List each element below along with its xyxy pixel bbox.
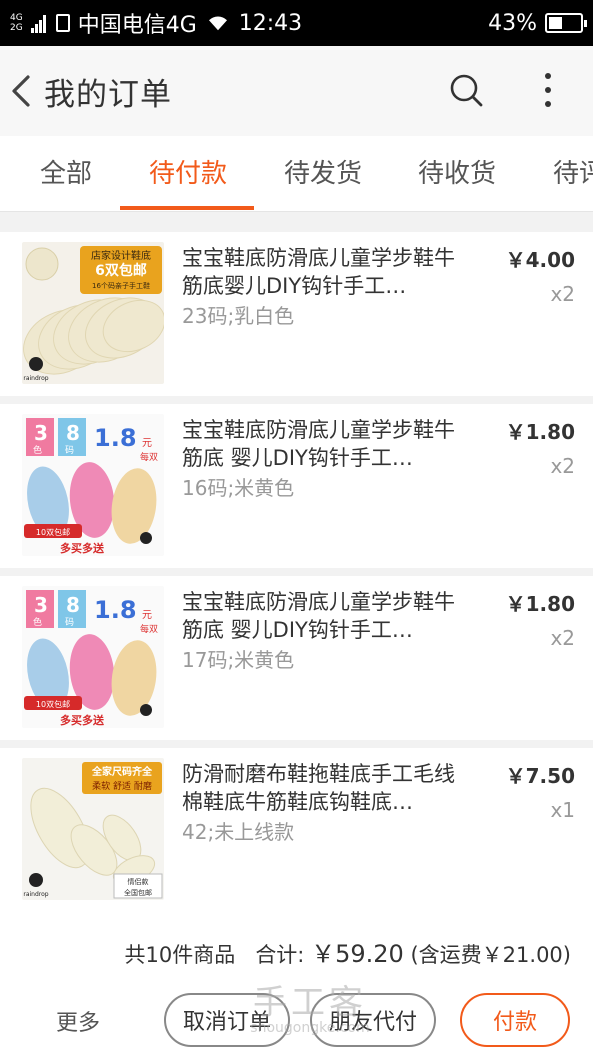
list-item[interactable]: 全家尺码齐全 柔软 舒适 耐磨 情侣款 全国包邮 raindrop 防滑耐磨布鞋… bbox=[0, 748, 593, 912]
product-title[interactable]: 宝宝鞋底防滑底儿童学步鞋牛筋底 婴儿DIY钩针手工… bbox=[182, 588, 472, 644]
corner-label-2: 全国包邮 bbox=[124, 888, 152, 897]
product-image[interactable]: 3 色 8 码 1.8 元 每双 10双包邮 多买多送 bbox=[22, 414, 164, 556]
image-price-per: 每双 bbox=[140, 623, 158, 635]
image-price-unit: 元 bbox=[142, 610, 152, 621]
brand-label: raindrop bbox=[23, 375, 48, 382]
product-price: ￥7.50 bbox=[505, 764, 575, 788]
badge-number-colors: 3 bbox=[34, 421, 48, 445]
order-tabs: 全部 待付款 待发货 待收货 待评 bbox=[0, 136, 593, 212]
order-summary: 共10件商品 合计: ￥59.20 (含运费￥21.00) bbox=[0, 912, 593, 987]
product-qty: x1 bbox=[550, 798, 575, 822]
page-title: 我的订单 bbox=[44, 76, 172, 113]
network-type: 4G 2G bbox=[10, 13, 23, 33]
friend-pay-button[interactable]: 朋友代付 bbox=[310, 993, 436, 1047]
badge-unit-colors: 色 bbox=[33, 444, 42, 456]
more-button[interactable]: 更多 bbox=[56, 1005, 100, 1037]
badge-number-sizes: 8 bbox=[66, 421, 80, 445]
tab-pending-receipt[interactable]: 待收货 bbox=[418, 136, 496, 211]
badge-line-2: 6双包邮 bbox=[95, 262, 147, 279]
product-sku: 42;未上线款 bbox=[182, 820, 295, 844]
brand-label: raindrop bbox=[23, 891, 48, 898]
product-qty: x2 bbox=[550, 282, 575, 306]
promo-buy-more: 多买多送 bbox=[60, 713, 105, 727]
chevron-left-icon[interactable] bbox=[8, 71, 38, 111]
image-price: 1.8 bbox=[94, 596, 137, 624]
badge-line-1: 全家尺码齐全 bbox=[91, 765, 153, 778]
action-bar: 更多 取消订单 朋友代付 付款 bbox=[0, 987, 593, 1055]
search-icon[interactable] bbox=[448, 72, 484, 108]
product-qty: x2 bbox=[550, 454, 575, 478]
network-bottom-label: 2G bbox=[10, 23, 23, 33]
tab-pending-payment[interactable]: 待付款 bbox=[149, 136, 227, 211]
network-top-label: 4G bbox=[10, 13, 23, 23]
header: 我的订单 bbox=[0, 46, 593, 136]
badge-line-1: 店家设计鞋底 bbox=[91, 249, 151, 262]
signal-icon bbox=[30, 13, 46, 33]
shipping-fee: (含运费￥21.00) bbox=[410, 943, 571, 967]
product-price: ￥1.80 bbox=[505, 420, 575, 444]
carrier-label: 中国电信4G bbox=[77, 13, 197, 38]
promo-buy-more: 多买多送 bbox=[60, 541, 105, 555]
product-title[interactable]: 宝宝鞋底防滑底儿童学步鞋牛筋底婴儿DIY钩针手工… bbox=[182, 244, 472, 300]
badge-number-sizes: 8 bbox=[66, 593, 80, 617]
promo-free-shipping: 10双包邮 bbox=[36, 699, 70, 709]
tab-pending-review[interactable]: 待评 bbox=[553, 136, 593, 211]
pay-button[interactable]: 付款 bbox=[460, 993, 570, 1047]
more-vertical-icon[interactable] bbox=[538, 70, 558, 110]
active-tab-indicator bbox=[120, 206, 254, 210]
list-item[interactable]: 店家设计鞋底 6双包邮 16个码亲子手工鞋 raindrop 宝宝鞋底防滑底儿童… bbox=[0, 232, 593, 396]
battery-icon bbox=[545, 13, 587, 33]
badge-unit-sizes: 码 bbox=[65, 617, 74, 628]
image-price-per: 每双 bbox=[140, 451, 158, 463]
list-item[interactable]: 3 色 8 码 1.8 元 每双 10双包邮 多买多送 宝宝鞋底防滑底儿童学步鞋… bbox=[0, 576, 593, 740]
tab-all[interactable]: 全部 bbox=[40, 136, 92, 211]
clock: 12:43 bbox=[238, 10, 303, 36]
status-bar: 4G 2G 中国电信4G 12:43 43% bbox=[0, 0, 593, 46]
total-label: 合计: bbox=[255, 943, 312, 967]
cancel-order-button[interactable]: 取消订单 bbox=[164, 993, 290, 1047]
badge-line-2: 柔软 舒适 耐磨 bbox=[92, 780, 152, 792]
product-sku: 16码;米黄色 bbox=[182, 476, 295, 500]
product-price: ￥1.80 bbox=[505, 592, 575, 616]
product-image[interactable]: 全家尺码齐全 柔软 舒适 耐磨 情侣款 全国包邮 raindrop bbox=[22, 758, 164, 900]
promo-free-shipping: 10双包邮 bbox=[36, 527, 70, 537]
corner-label-1: 情侣款 bbox=[128, 877, 149, 886]
badge-number-colors: 3 bbox=[34, 593, 48, 617]
product-title[interactable]: 防滑耐磨布鞋拖鞋底手工毛线棉鞋底牛筋鞋底钩鞋底… bbox=[182, 760, 472, 816]
item-count: 共10件商品 bbox=[124, 943, 236, 967]
battery-percent: 43% bbox=[488, 10, 537, 36]
product-price: ￥4.00 bbox=[505, 248, 575, 272]
product-title[interactable]: 宝宝鞋底防滑底儿童学步鞋牛筋底 婴儿DIY钩针手工… bbox=[182, 416, 472, 472]
list-item[interactable]: 3 色 8 码 1.8 元 每双 10双包邮 多买多送 宝宝鞋底防滑底儿童学步鞋… bbox=[0, 404, 593, 568]
product-image[interactable]: 3 色 8 码 1.8 元 每双 10双包邮 多买多送 bbox=[22, 586, 164, 728]
total-amount: ￥59.20 bbox=[311, 940, 404, 968]
product-sku: 23码;乳白色 bbox=[182, 304, 295, 328]
product-image[interactable]: 店家设计鞋底 6双包邮 16个码亲子手工鞋 raindrop bbox=[22, 242, 164, 384]
tab-pending-shipment[interactable]: 待发货 bbox=[284, 136, 362, 211]
badge-unit-sizes: 码 bbox=[65, 445, 74, 456]
image-price: 1.8 bbox=[94, 424, 137, 452]
wifi-icon bbox=[208, 16, 227, 31]
badge-unit-colors: 色 bbox=[33, 616, 42, 628]
badge-line-3: 16个码亲子手工鞋 bbox=[92, 281, 150, 290]
image-price-unit: 元 bbox=[142, 438, 152, 449]
product-qty: x2 bbox=[550, 626, 575, 650]
sim-icon bbox=[55, 14, 70, 32]
product-sku: 17码;米黄色 bbox=[182, 648, 295, 672]
